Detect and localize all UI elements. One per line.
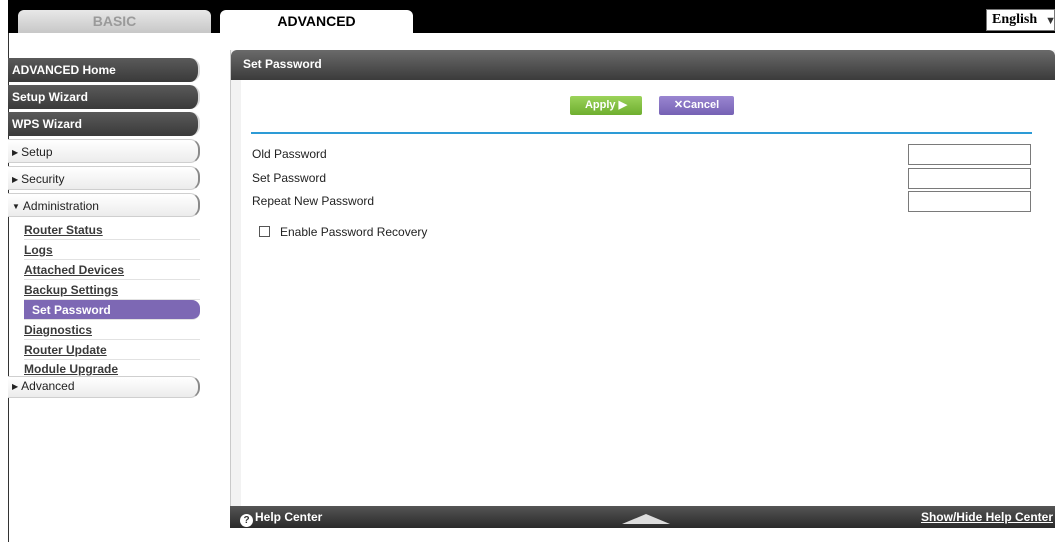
sidebar-item-router-status[interactable]: Router Status — [24, 220, 200, 240]
sidebar-section-label: Advanced — [21, 379, 75, 393]
set-password-label: Set Password — [252, 171, 327, 185]
sidebar-section-label: Setup — [21, 145, 53, 159]
sidebar-item-logs[interactable]: Logs — [24, 240, 200, 260]
caret-right-icon: ▶ — [12, 381, 19, 391]
password-recovery-option[interactable]: Enable Password Recovery — [259, 225, 427, 239]
sidebar-item-diagnostics[interactable]: Diagnostics — [24, 320, 200, 340]
sidebar-section-label: Administration — [22, 199, 99, 213]
sidebar-item-wps-wizard[interactable]: WPS Wizard — [8, 112, 200, 136]
caret-right-icon: ▶ — [12, 174, 19, 184]
sidebar-item-router-update[interactable]: Router Update — [24, 340, 200, 360]
cancel-button[interactable]: ✕Cancel — [659, 96, 734, 115]
set-password-field[interactable] — [908, 168, 1031, 189]
sidebar-item-backup-settings[interactable]: Backup Settings — [24, 280, 200, 300]
sidebar-section-setup[interactable]: ▶ Setup — [8, 139, 200, 163]
administration-submenu: Router Status Logs Attached Devices Back… — [8, 220, 200, 376]
repeat-password-field[interactable] — [908, 191, 1031, 212]
help-center-label[interactable]: Help Center — [255, 510, 322, 524]
sidebar-item-setup-wizard[interactable]: Setup Wizard — [8, 85, 200, 109]
sidebar: ADVANCED Home Setup Wizard WPS Wizard ▶ S… — [8, 58, 200, 401]
help-center-bar: ? Help Center Show/Hide Help Center — [230, 506, 1055, 528]
password-recovery-label: Enable Password Recovery — [280, 225, 428, 239]
chevron-down-icon[interactable]: ▼ — [1045, 11, 1055, 31]
help-icon: ? — [240, 514, 253, 527]
password-recovery-checkbox[interactable] — [259, 226, 270, 237]
sidebar-item-attached-devices[interactable]: Attached Devices — [24, 260, 200, 280]
sidebar-section-security[interactable]: ▶ Security — [8, 166, 200, 190]
tab-basic[interactable]: BASIC — [18, 10, 211, 33]
apply-button[interactable]: Apply ▶ — [570, 96, 642, 115]
language-select-value: English — [992, 12, 1038, 27]
old-password-field[interactable] — [908, 144, 1031, 165]
sidebar-item-set-password[interactable]: Set Password — [24, 300, 200, 320]
expand-arrow-icon[interactable] — [622, 514, 670, 524]
show-hide-help-link[interactable]: Show/Hide Help Center — [921, 506, 1053, 528]
sidebar-section-advanced[interactable]: ▶ Advanced — [8, 376, 200, 398]
panel-title: Set Password — [231, 50, 1055, 80]
caret-down-icon: ▼ — [12, 201, 20, 211]
tab-advanced[interactable]: ADVANCED — [220, 10, 413, 33]
top-bar: BASIC ADVANCED — [8, 0, 1055, 33]
language-select[interactable]: English ▼ — [986, 9, 1055, 31]
sidebar-item-module-upgrade[interactable]: Module Upgrade — [24, 360, 200, 376]
main-panel: Set Password Apply ▶ ✕Cancel Old Passwor… — [230, 50, 1055, 528]
sidebar-section-administration[interactable]: ▼ Administration — [8, 193, 200, 217]
divider — [251, 132, 1032, 134]
sidebar-section-label: Security — [21, 172, 65, 186]
panel-body: Apply ▶ ✕Cancel Old Password Set Passwor… — [241, 80, 1055, 506]
caret-right-icon: ▶ — [12, 147, 19, 157]
repeat-password-label: Repeat New Password — [252, 194, 375, 208]
old-password-label: Old Password — [252, 147, 327, 161]
sidebar-item-advanced-home[interactable]: ADVANCED Home — [8, 58, 200, 82]
